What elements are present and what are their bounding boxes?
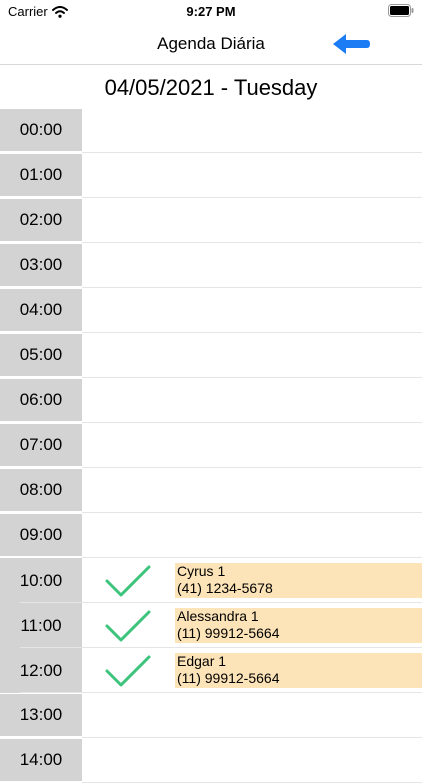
appointment-name: Cyrus 1 [177,563,226,579]
hour-label[interactable]: 02:00 [0,199,82,241]
hour-label[interactable]: 08:00 [0,469,82,511]
schedule-row[interactable]: 06:00 [0,378,422,423]
appointment-phone: (11) 99912-5664 [177,625,280,641]
battery-icon [388,4,414,17]
hour-label[interactable]: 14:00 [0,739,82,781]
status-time: 9:27 PM [186,4,236,19]
appointment-phone: (41) 1234-5678 [177,580,273,596]
checkmark-icon [105,565,151,597]
hour-label[interactable]: 01:00 [0,154,82,196]
hour-label[interactable]: 09:00 [0,514,82,556]
schedule-row[interactable]: 02:00 [0,198,422,243]
schedule-row[interactable]: 04:00 [0,288,422,333]
appointment-card[interactable]: Edgar 1 (11) 99912-5664 [175,653,422,688]
hour-label[interactable]: 13:00 [0,694,82,736]
appointment-card[interactable]: Cyrus 1 (41) 1234-5678 [175,563,422,598]
hour-label[interactable]: 10:00 [0,558,82,603]
hour-label[interactable]: 11:00 [0,603,82,648]
schedule-row[interactable]: 14:00 [0,738,422,783]
schedule-row[interactable]: 08:00 [0,468,422,513]
hour-label[interactable]: 07:00 [0,424,82,466]
appointment-name: Alessandra 1 [177,608,259,624]
hour-label[interactable]: 12:00 [0,648,82,693]
hour-label[interactable]: 05:00 [0,334,82,376]
navigation-bar: Agenda Diária [0,24,422,65]
hour-label[interactable]: 00:00 [0,109,82,151]
hour-label[interactable]: 04:00 [0,289,82,331]
checkmark-icon [105,610,151,642]
schedule-row[interactable]: 09:00 [0,513,422,558]
appointment-name: Edgar 1 [177,653,227,669]
schedule-row[interactable]: 13:00 [0,693,422,738]
back-arrow-icon[interactable] [330,30,372,58]
checkmark-icon [105,655,151,687]
schedule-list[interactable]: 00:00 01:00 02:00 03:00 04:00 05:00 06:00 07:00… [0,108,422,783]
hour-label[interactable]: 03:00 [0,244,82,286]
hour-label[interactable]: 06:00 [0,379,82,421]
status-bar: Carrier 9:27 PM [0,0,422,24]
schedule-row[interactable]: 12:00 Edgar 1 (11) 99912-5664 [0,648,422,693]
schedule-row[interactable]: 05:00 [0,333,422,378]
appointment-phone: (11) 99912-5664 [177,670,280,686]
schedule-row[interactable]: 10:00 Cyrus 1 (41) 1234-5678 [0,558,422,603]
schedule-row[interactable]: 03:00 [0,243,422,288]
schedule-row[interactable]: 11:00 Alessandra 1 (11) 99912-5664 [0,603,422,648]
appointment-card[interactable]: Alessandra 1 (11) 99912-5664 [175,608,422,643]
date-header: 04/05/2021 - Tuesday [104,75,318,100]
schedule-row[interactable]: 07:00 [0,423,422,468]
schedule-row[interactable]: 01:00 [0,153,422,198]
schedule-row[interactable]: 00:00 [0,108,422,153]
